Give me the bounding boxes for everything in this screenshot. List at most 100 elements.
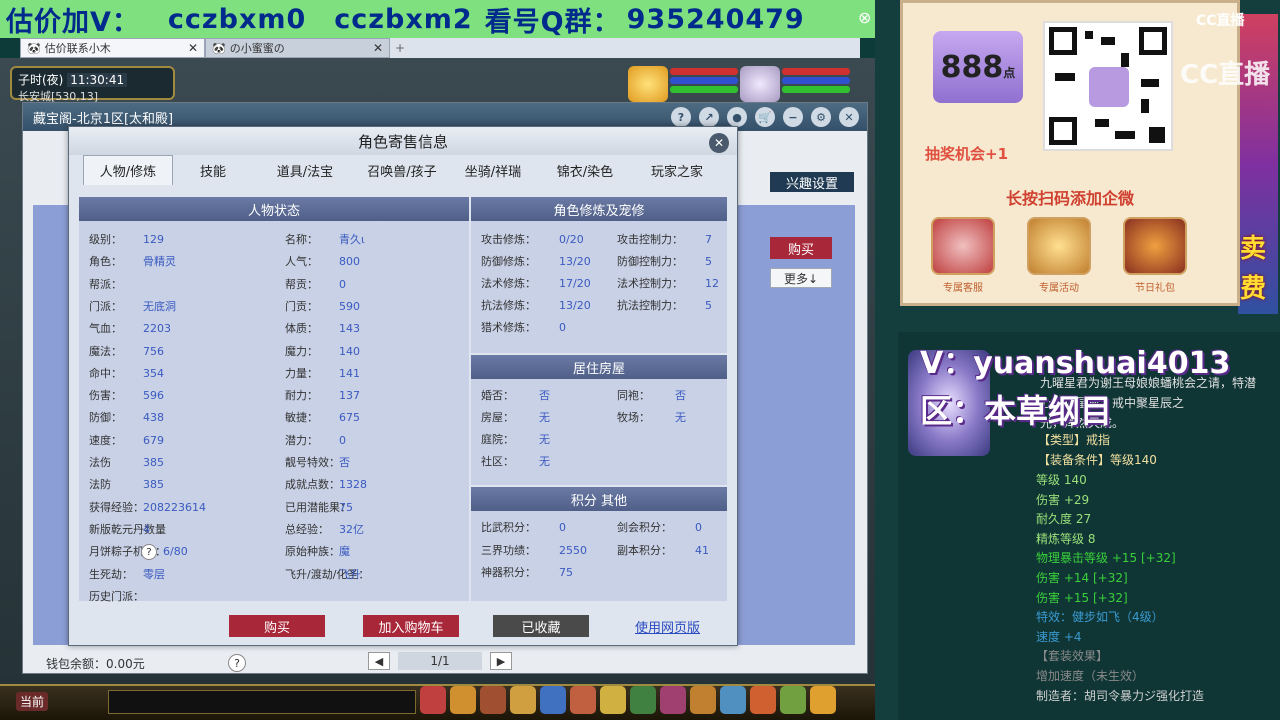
stat-value: 75	[559, 566, 573, 579]
stat-label: 历史门派：	[89, 589, 144, 603]
shortcut-icon[interactable]	[810, 686, 836, 714]
interest-settings-button[interactable]: 兴趣设置	[770, 172, 854, 192]
stat-label: 原始种族：	[285, 545, 340, 559]
stat-value: 141	[339, 366, 360, 380]
player-avatar-icon[interactable]	[740, 66, 780, 102]
banner-text-3: cczbxm2	[334, 3, 473, 35]
next-page-button[interactable]: ▶	[490, 652, 512, 670]
shortcut-icon[interactable]	[780, 686, 806, 714]
tab-player-home[interactable]: 玩家之家	[631, 155, 723, 185]
promo-icon-label: 专属客服	[943, 283, 983, 294]
prev-page-button[interactable]: ◀	[368, 652, 390, 670]
tab-close-icon[interactable]: ✕	[188, 41, 198, 55]
browser-tab-1[interactable]: 🐼 估价联系小木 ✕	[20, 38, 205, 58]
tab-mounts[interactable]: 坐骑/祥瑞	[447, 155, 539, 185]
banner-close-icon[interactable]: ⊗	[858, 8, 871, 27]
stat-row: 级别： 129	[89, 231, 164, 247]
tab-skills[interactable]: 技能	[173, 155, 253, 185]
banner-text-1: 估价加V：	[6, 6, 140, 38]
minimize-icon[interactable]: −	[783, 107, 803, 127]
tab-close-icon[interactable]: ✕	[373, 41, 383, 55]
browser-tab-2[interactable]: 🐼 の小蜜蜜の ✕	[205, 38, 390, 58]
stat-label: 攻击控制力：	[617, 233, 683, 246]
outer-buy-button[interactable]: 购买	[770, 237, 832, 259]
stat-value: 5	[705, 299, 712, 312]
dialog-close-icon[interactable]: ✕	[709, 133, 729, 153]
shortcut-icon[interactable]	[630, 686, 656, 714]
shortcut-icon[interactable]	[420, 686, 446, 714]
stat-row: 气血： 2203	[89, 320, 171, 336]
stat-value: 385	[143, 478, 164, 492]
stat-label: 婚否：	[481, 389, 514, 402]
record-icon[interactable]: ●	[727, 107, 747, 127]
more-button[interactable]: 更多↓	[770, 268, 832, 288]
stat-value: 无	[675, 411, 686, 424]
stat-label: 帮贡：	[285, 277, 318, 291]
channel-current[interactable]: 当前	[16, 692, 49, 711]
tab-summons[interactable]: 召唤兽/孩子	[357, 155, 447, 185]
stat-row: 伤害： 596	[89, 387, 164, 403]
chat-input[interactable]	[108, 690, 416, 714]
scroll-icon	[1027, 217, 1091, 275]
item-stat-line: 特效：健步如飞（4级）	[1036, 610, 1164, 625]
stat-row: 体质： 143	[285, 320, 360, 336]
help-icon[interactable]: ?	[671, 107, 691, 127]
share-icon[interactable]: ↗	[699, 107, 719, 127]
shortcut-icon[interactable]	[570, 686, 596, 714]
settings-icon[interactable]: ⚙	[811, 107, 831, 127]
shortcut-icon[interactable]	[480, 686, 506, 714]
customer-service-item[interactable]: 专属客服	[929, 217, 997, 294]
stat-value: 无	[539, 411, 550, 424]
add-to-cart-button[interactable]: 加入购物车	[363, 615, 459, 637]
browser-tab-strip: 🐼 估价联系小木 ✕ 🐼 の小蜜蜜の ✕ +	[20, 38, 860, 58]
player-status-bars	[782, 68, 850, 95]
stat-label: 门贡：	[285, 299, 318, 313]
stat-value: 354	[143, 366, 164, 380]
stat-label: 靓号特效：	[285, 456, 340, 469]
stat-row: 命中： 354	[89, 365, 164, 381]
stat-label: 力量：	[285, 366, 318, 380]
close-icon[interactable]: ✕	[839, 107, 859, 127]
stat-label: 三界功绩：	[481, 543, 536, 557]
stat-row: 猎术修炼： 0	[481, 319, 566, 335]
tab-character[interactable]: 人物/修炼	[83, 155, 173, 185]
shortcut-icon[interactable]	[510, 686, 536, 714]
qr-code[interactable]	[1043, 21, 1173, 151]
new-tab-button[interactable]: +	[390, 38, 410, 58]
streamer-contact-overlay: V：yuanshuai4013	[920, 346, 1231, 381]
stat-value: 0	[559, 521, 566, 534]
stat-value: 青久ι	[339, 233, 365, 246]
tab-items[interactable]: 道具/法宝	[253, 155, 357, 185]
item-stat-line: 【套装效果】	[1036, 649, 1109, 664]
stat-row: 抗法修炼： 13/20	[481, 297, 591, 313]
cart-icon[interactable]: 🛒	[755, 107, 775, 127]
shortcut-icon[interactable]	[720, 686, 746, 714]
stat-row: 生死劫： 零层	[89, 566, 165, 582]
shortcut-icon[interactable]	[690, 686, 716, 714]
stat-value: 13/20	[559, 299, 591, 312]
shortcut-icon[interactable]	[450, 686, 476, 714]
tab-outfits[interactable]: 锦衣/染色	[539, 155, 631, 185]
stat-row: 社区： 无	[481, 453, 550, 469]
pet-avatar-icon[interactable]	[628, 66, 668, 102]
web-version-link[interactable]: 使用网页版	[635, 617, 700, 636]
shortcut-icon[interactable]	[600, 686, 626, 714]
stat-row: 牧场： 无	[617, 409, 686, 425]
stat-label: 人气：	[285, 255, 318, 269]
wallet-help-icon[interactable]: ?	[228, 654, 246, 672]
exclusive-event-item[interactable]: 专属活动	[1025, 217, 1093, 294]
item-stat-line: 精炼等级 8	[1036, 531, 1096, 546]
buy-button[interactable]: 购买	[229, 615, 325, 637]
shortcut-icon[interactable]	[660, 686, 686, 714]
stat-label: 体质：	[285, 322, 318, 336]
stat-label: 副本积分：	[617, 543, 672, 557]
stat-row: 同袍： 否	[617, 387, 686, 403]
favorited-button[interactable]: 已收藏	[493, 615, 589, 637]
stat-label: 成就点数：	[285, 478, 340, 492]
pet-status-bars	[670, 68, 738, 95]
stat-label: 生死劫：	[89, 567, 133, 581]
stat-label: 魔力：	[285, 344, 318, 358]
shortcut-icon[interactable]	[750, 686, 776, 714]
shortcut-icon[interactable]	[540, 686, 566, 714]
festival-gift-item[interactable]: 节日礼包	[1121, 217, 1189, 294]
